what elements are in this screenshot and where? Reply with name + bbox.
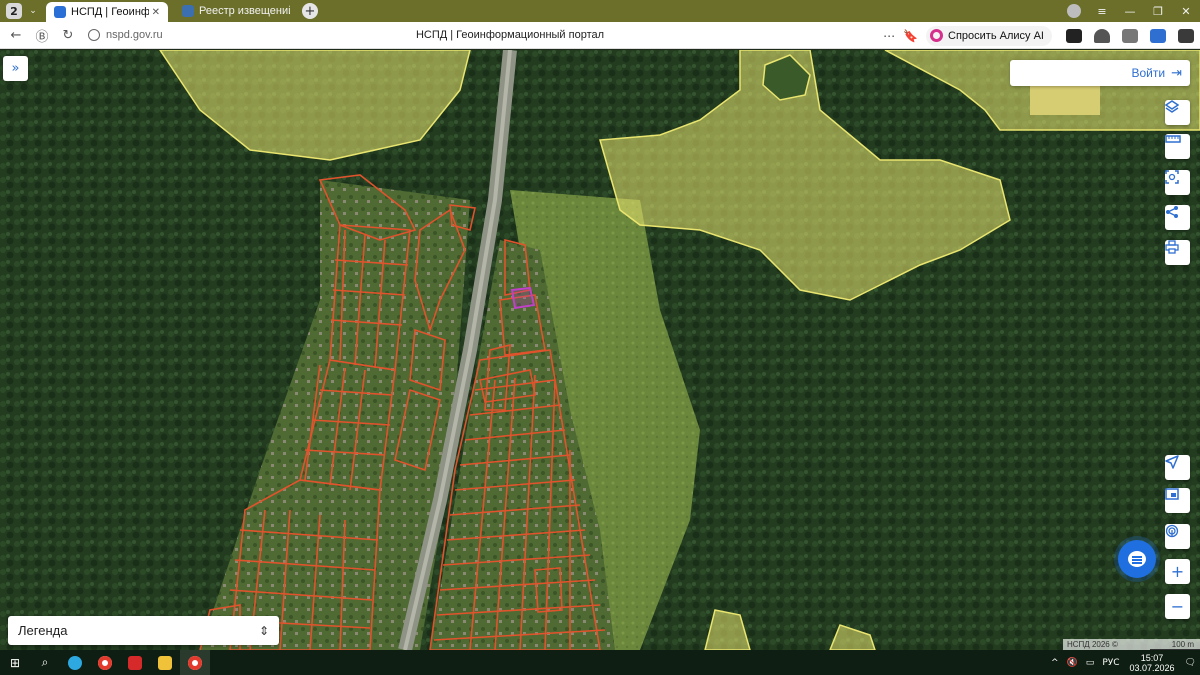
windows-start-icon[interactable]: ⊞: [0, 650, 30, 675]
double-chevron-right-icon: »: [11, 61, 20, 76]
layers-icon: [1165, 100, 1179, 113]
profile-avatar-icon[interactable]: [1067, 4, 1081, 18]
nspd-favicon-icon: [54, 6, 66, 18]
select-area-icon: [1165, 170, 1179, 184]
expand-panel-button[interactable]: »: [3, 56, 28, 81]
notifications-icon[interactable]: 🗨: [1185, 658, 1196, 668]
file-explorer-icon[interactable]: [150, 650, 180, 675]
satellite-map[interactable]: [0, 50, 1200, 650]
downloads-icon[interactable]: [1178, 28, 1194, 43]
zoom-in-button[interactable]: +: [1165, 559, 1190, 584]
yandex-browser-active-icon[interactable]: [180, 650, 210, 675]
map-scale-bar: НСПД 2026 © 100 m: [1063, 639, 1200, 650]
plus-icon: +: [1170, 562, 1185, 581]
chat-bubble-icon: [1128, 551, 1146, 567]
alice-icon: [930, 29, 944, 42]
url-text[interactable]: nspd.gov.ru: [106, 29, 163, 41]
tab-registry[interactable]: Реестр извещений: [174, 1, 298, 21]
tab-close-icon[interactable]: ✕: [152, 7, 160, 18]
legend-dropdown[interactable]: Легенда ⇕: [8, 616, 279, 645]
layers-button[interactable]: [1165, 100, 1190, 125]
tray-chevron-up-icon[interactable]: ^: [1051, 658, 1059, 668]
close-window-icon[interactable]: ✕: [1172, 5, 1200, 18]
print-icon: [1165, 240, 1179, 254]
minimize-icon[interactable]: —: [1116, 5, 1144, 18]
login-button[interactable]: Войти ⇥: [1010, 60, 1190, 86]
share-button[interactable]: [1165, 205, 1190, 230]
clock-time: 15:07: [1140, 652, 1164, 663]
minus-icon: −: [1170, 597, 1185, 616]
tab-list-chevron-icon[interactable]: ⌄: [26, 3, 40, 19]
minimap-button[interactable]: [1165, 488, 1190, 513]
fingerprint-icon: [1165, 524, 1179, 538]
locate-button[interactable]: [1165, 455, 1190, 480]
bookmark-icon[interactable]: 🔖: [903, 29, 918, 43]
more-dots-icon[interactable]: ⋯: [883, 29, 895, 43]
address-bar: ← Ⓑ ↻ nspd.gov.ru НСПД | Геоинформационн…: [0, 22, 1200, 49]
volume-muted-icon[interactable]: 🔇: [1067, 658, 1078, 668]
fingerprint-button[interactable]: [1165, 524, 1190, 549]
back-arrow-icon[interactable]: ←: [6, 28, 26, 43]
system-tray: ^ 🔇 ▭ РУС 15:07 03.07.2026 🗨: [1047, 650, 1200, 675]
browser-menu-icon[interactable]: ≡: [1088, 5, 1116, 18]
login-label: Войти: [1131, 66, 1166, 80]
clock-date: 03.07.2026: [1129, 662, 1175, 673]
ask-alice-button[interactable]: Спросить Алису AI: [926, 25, 1052, 46]
address-bar-actions: ⋯ 🔖 Спросить Алису AI: [883, 22, 1200, 49]
tab-title: НСПД | Геоинформаци: [71, 6, 149, 18]
zoom-out-button[interactable]: −: [1165, 594, 1190, 619]
windows-taskbar: ⊞ ⌕ ^ 🔇 ▭ РУС 15:07 03.07.2026 🗨: [0, 650, 1200, 675]
extension-icon[interactable]: [1122, 28, 1138, 43]
network-icon[interactable]: ▭: [1086, 658, 1095, 668]
ask-alice-label: Спросить Алису AI: [948, 29, 1044, 42]
vpn-extension-icon[interactable]: [1094, 28, 1110, 43]
extension-icon[interactable]: [1066, 28, 1082, 43]
registry-favicon-icon: [182, 5, 194, 17]
site-info-icon[interactable]: [88, 29, 100, 41]
minimap-icon: [1165, 488, 1179, 500]
share-icon: [1166, 206, 1178, 218]
select-area-button[interactable]: [1165, 170, 1190, 195]
chat-assistant-button[interactable]: [1118, 540, 1156, 578]
scale-label: 100 m: [1150, 640, 1200, 650]
map-attribution: НСПД 2026 ©: [1067, 640, 1118, 649]
print-button[interactable]: [1165, 240, 1190, 265]
browser-tab-strip: 2 ⌄ НСПД | Геоинформаци ✕ Реестр извещен…: [0, 0, 1200, 22]
restore-icon[interactable]: ❐: [1144, 5, 1172, 18]
tab-nspd[interactable]: НСПД | Геоинформаци ✕: [46, 2, 168, 22]
legend-label: Легенда: [18, 623, 68, 638]
pdf-app-icon[interactable]: [120, 650, 150, 675]
translate-extension-icon[interactable]: [1150, 28, 1166, 43]
locate-icon: [1165, 455, 1179, 469]
yandex-home-icon[interactable]: Ⓑ: [32, 26, 52, 45]
tab-count-badge[interactable]: 2: [6, 3, 22, 19]
input-language[interactable]: РУС: [1102, 658, 1119, 668]
search-icon[interactable]: ⌕: [30, 650, 60, 675]
reload-icon[interactable]: ↻: [58, 28, 78, 43]
system-clock[interactable]: 15:07 03.07.2026: [1130, 653, 1175, 673]
new-tab-plus-icon[interactable]: +: [302, 3, 318, 19]
ruler-button[interactable]: [1165, 134, 1190, 159]
highlighted-parcel[interactable]: [510, 286, 536, 310]
tab-title: Реестр извещений: [199, 5, 290, 17]
yandex-browser-icon[interactable]: [90, 650, 120, 675]
window-controls: ≡ — ❐ ✕: [1060, 0, 1200, 22]
login-arrow-icon: ⇥: [1171, 65, 1182, 81]
edge-browser-icon[interactable]: [60, 650, 90, 675]
ruler-icon: [1165, 135, 1181, 143]
map-viewport[interactable]: » Войти ⇥ + − Легенда ⇕ НСПД 2026 © 100 …: [0, 50, 1200, 650]
up-down-chevron-icon: ⇕: [258, 623, 269, 638]
